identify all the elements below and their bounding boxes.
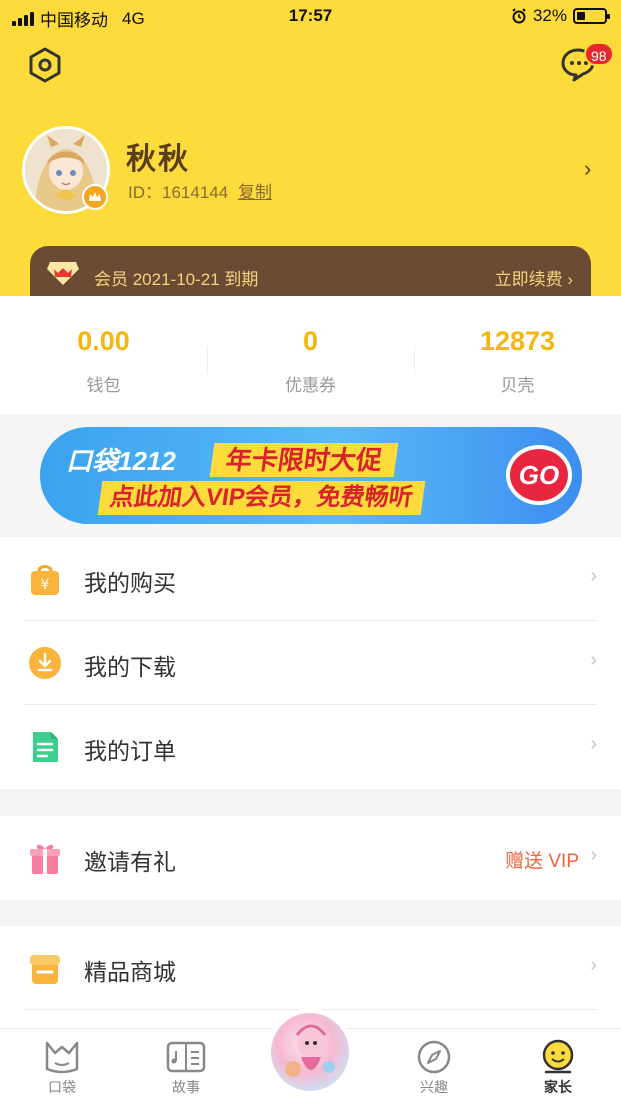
tab-parent[interactable]: 家长	[518, 1039, 598, 1097]
banner-brand: 口袋1212	[66, 446, 176, 476]
user-name[interactable]: 秋秋	[126, 134, 190, 178]
chevron-right-icon: ›	[590, 844, 597, 866]
profile-chevron-icon[interactable]: ›	[584, 156, 591, 182]
store-icon	[30, 955, 60, 984]
settings-button[interactable]	[26, 46, 64, 84]
pocket-icon	[45, 1041, 79, 1074]
stat-value: 0.00	[77, 326, 130, 356]
profile-header: 中国移动 4G 17:57 32% 98 秋秋 ID：1614144 复制 › …	[0, 0, 621, 300]
gift-icon	[30, 844, 60, 874]
menu-label: 我的下载	[84, 654, 176, 680]
story-icon	[166, 1041, 206, 1073]
copy-id-link[interactable]: 复制	[238, 178, 272, 203]
menu-label: 我的购买	[84, 570, 176, 596]
vip-expiry-text: 会员 2021-10-21 到期	[94, 270, 259, 289]
tab-label: 兴趣	[420, 1079, 448, 1095]
banner-go-button[interactable]: GO	[506, 445, 572, 505]
menu-group-invite: 邀请有礼 赠送 VIP ›	[0, 816, 621, 900]
stat-label: 贝壳	[500, 376, 535, 395]
cartoon-cover-icon	[285, 1024, 335, 1077]
settings-icon	[29, 47, 61, 83]
vip-renew-link[interactable]: 立即续费 ›	[495, 265, 573, 290]
parent-icon	[542, 1039, 574, 1074]
stat-coupons[interactable]: 0 优惠券	[207, 326, 414, 396]
menu-item-store[interactable]: 精品商城 ›	[0, 926, 621, 1010]
tab-story[interactable]: 故事	[146, 1039, 226, 1097]
user-id: ID：1614144	[128, 183, 229, 202]
center-cover-image	[271, 1013, 349, 1091]
alarm-icon	[512, 8, 526, 24]
battery-percent: 32%	[532, 6, 567, 25]
status-right: 32%	[511, 6, 610, 26]
download-icon	[29, 647, 61, 679]
svg-text:¥: ¥	[41, 577, 50, 593]
crown-badge-icon	[82, 184, 108, 210]
banner-subline: 点此加入VIP会员，免费畅听	[97, 481, 426, 515]
menu-item-downloads[interactable]: 我的下载 ›	[0, 621, 621, 705]
message-count-badge: 98	[584, 42, 614, 66]
status-bar: 中国移动 4G 17:57 32%	[0, 0, 621, 34]
stat-label: 优惠券	[285, 376, 336, 395]
stat-shells[interactable]: 12873 贝壳	[414, 326, 621, 396]
tab-label: 家长	[544, 1079, 572, 1095]
stat-value: 0	[302, 326, 319, 356]
menu-item-invite[interactable]: 邀请有礼 赠送 VIP ›	[0, 816, 621, 900]
shopping-bag-icon: ¥	[31, 565, 59, 595]
menu-label: 我的订单	[84, 738, 176, 764]
tab-label: 故事	[172, 1079, 200, 1095]
menu-label: 邀请有礼	[84, 849, 176, 875]
promo-banner[interactable]: 口袋1212 年卡限时大促 点此加入VIP会员，免费畅听 GO	[40, 427, 582, 524]
tab-label: 口袋	[48, 1079, 76, 1095]
chevron-right-icon: ›	[590, 954, 597, 976]
invite-reward-label: 赠送 VIP	[505, 851, 579, 872]
menu-label: 精品商城	[84, 959, 176, 985]
chevron-right-icon: ›	[590, 733, 597, 755]
chevron-right-icon: ›	[590, 565, 597, 587]
battery-icon	[573, 8, 610, 24]
tab-interests[interactable]: 兴趣	[394, 1039, 474, 1097]
menu-item-purchases[interactable]: ¥ 我的购买 ›	[0, 537, 621, 621]
vip-membership-bar[interactable]: 会员 2021-10-21 到期 立即续费 ›	[30, 246, 591, 300]
menu-item-orders[interactable]: 我的订单 ›	[0, 705, 621, 789]
vip-diamond-icon	[47, 262, 79, 285]
menu-group-orders: ¥ 我的购买 › 我的下载 › 我的订单 ›	[0, 537, 621, 789]
stat-wallet[interactable]: 0.00 钱包	[0, 326, 207, 396]
banner-headline: 年卡限时大促	[209, 443, 399, 477]
tab-pocket[interactable]: 口袋	[22, 1039, 102, 1097]
center-play-button[interactable]	[266, 1008, 354, 1096]
compass-icon	[417, 1040, 451, 1074]
chevron-right-icon: ›	[590, 649, 597, 671]
account-stats: 0.00 钱包 0 优惠券 12873 贝壳	[0, 296, 621, 414]
stat-value: 12873	[479, 326, 556, 356]
order-document-icon	[33, 732, 58, 762]
stat-label: 钱包	[86, 376, 121, 395]
